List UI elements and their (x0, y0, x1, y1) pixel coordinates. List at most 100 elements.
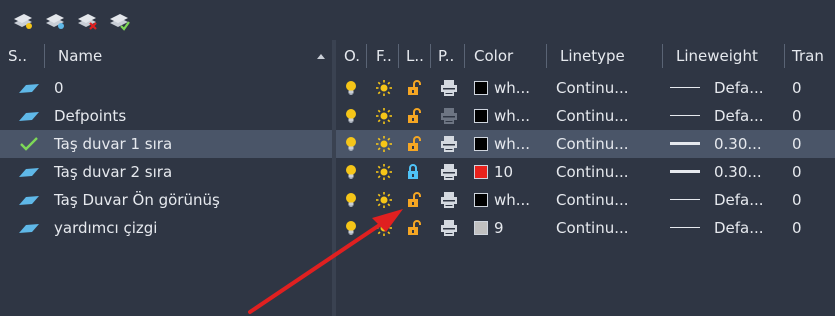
on-column-header[interactable]: O. (344, 40, 360, 72)
printer-icon[interactable] (440, 163, 458, 181)
lineweight-preview (670, 170, 700, 173)
new-layer-frozen-icon[interactable] (44, 9, 66, 31)
linetype-value[interactable]: Continu... (556, 214, 629, 242)
lineweight-preview (670, 115, 700, 116)
color-swatch[interactable] (474, 193, 488, 207)
color-swatch[interactable] (474, 81, 488, 95)
printer-icon[interactable] (440, 219, 458, 237)
layer-toolbar (0, 0, 835, 40)
layer-row[interactable]: Taş duvar 1 sıra (0, 130, 332, 158)
lineweight-value[interactable]: Defa... (714, 74, 764, 102)
color-swatch[interactable] (474, 165, 488, 179)
layer-on-bulb-icon[interactable] (344, 164, 358, 180)
layer-name: Defpoints (54, 107, 127, 125)
layer-on-bulb-icon[interactable] (344, 136, 358, 152)
color-swatch[interactable] (474, 109, 488, 123)
layer-properties-row[interactable]: 10 Continu... 0.30... 0 (336, 158, 835, 186)
linetype-value[interactable]: Continu... (556, 74, 629, 102)
layer-properties-row[interactable]: wh... Continu... Defa... 0 (336, 186, 835, 214)
plot-column-header[interactable]: P.. (438, 40, 454, 72)
color-name[interactable]: wh... (494, 74, 530, 102)
lineweight-preview (670, 142, 700, 145)
printer-icon[interactable] (440, 135, 458, 153)
printer-icon[interactable] (440, 79, 458, 97)
color-swatch[interactable] (474, 137, 488, 151)
layer-thawed-sun-icon[interactable] (374, 163, 394, 181)
layer-unlocked-icon[interactable] (406, 135, 422, 153)
name-column-header[interactable]: Name (58, 40, 102, 72)
freeze-column-header[interactable]: F.. (376, 40, 392, 72)
color-name[interactable]: wh... (494, 186, 530, 214)
layer-name: Taş duvar 2 sıra (54, 163, 173, 181)
layer-name: yardımcı çizgi (54, 219, 158, 237)
layer-properties-row[interactable]: wh... Continu... 0.30... 0 (336, 130, 835, 158)
status-column-header[interactable]: S.. (8, 40, 27, 72)
layer-name-panel: S.. Name 0 Defpoints Taş duvar 1 sıra Taş d… (0, 40, 332, 316)
layer-unlocked-icon[interactable] (406, 79, 422, 97)
set-current-layer-icon[interactable] (108, 9, 130, 31)
transparency-value[interactable]: 0 (792, 74, 802, 102)
printer-icon[interactable] (440, 191, 458, 209)
layer-on-bulb-icon[interactable] (344, 192, 358, 208)
layer-thawed-sun-icon[interactable] (374, 191, 394, 209)
lineweight-column-header[interactable]: Lineweight (676, 40, 758, 72)
transparency-value[interactable]: 0 (792, 214, 802, 242)
current-layer-check-icon (20, 137, 38, 151)
layer-status-icon (19, 84, 39, 93)
linetype-value[interactable]: Continu... (556, 186, 629, 214)
layer-properties-row[interactable]: wh... Continu... Defa... 0 (336, 74, 835, 102)
layer-unlocked-icon[interactable] (406, 107, 422, 125)
layer-row[interactable]: Taş duvar 2 sıra (0, 158, 332, 186)
linetype-value[interactable]: Continu... (556, 158, 629, 186)
lineweight-preview (670, 227, 700, 228)
layer-row[interactable]: Taş Duvar Ön görünüş (0, 186, 332, 214)
layer-on-bulb-icon[interactable] (344, 220, 358, 236)
lineweight-preview (670, 199, 700, 200)
linetype-column-header[interactable]: Linetype (560, 40, 625, 72)
layer-thawed-sun-icon[interactable] (374, 219, 394, 237)
layer-status-icon (19, 112, 39, 121)
layer-thawed-sun-icon[interactable] (374, 135, 394, 153)
color-name[interactable]: 9 (494, 214, 504, 242)
color-column-header[interactable]: Color (474, 40, 513, 72)
transparency-column-header[interactable]: Tran (792, 40, 824, 72)
layer-status-icon (19, 224, 39, 233)
layer-locked-icon[interactable] (406, 163, 422, 181)
layer-row[interactable]: yardımcı çizgi (0, 214, 332, 242)
layer-unlocked-icon[interactable] (406, 191, 422, 209)
layer-properties-row[interactable]: wh... Continu... Defa... 0 (336, 102, 835, 130)
color-swatch[interactable] (474, 221, 488, 235)
layer-properties-row[interactable]: 9 Continu... Defa... 0 (336, 214, 835, 242)
linetype-value[interactable]: Continu... (556, 130, 629, 158)
delete-layer-icon[interactable] (76, 9, 98, 31)
layer-thawed-sun-icon[interactable] (374, 107, 394, 125)
transparency-value[interactable]: 0 (792, 130, 802, 158)
color-name[interactable]: wh... (494, 102, 530, 130)
transparency-value[interactable]: 0 (792, 158, 802, 186)
lineweight-value[interactable]: Defa... (714, 186, 764, 214)
lineweight-value[interactable]: Defa... (714, 102, 764, 130)
layer-row[interactable]: 0 (0, 74, 332, 102)
layer-thawed-sun-icon[interactable] (374, 79, 394, 97)
layer-unlocked-icon[interactable] (406, 219, 422, 237)
new-layer-icon[interactable] (12, 9, 34, 31)
lock-column-header[interactable]: L.. (406, 40, 424, 72)
layer-name: Taş duvar 1 sıra (54, 135, 173, 153)
color-name[interactable]: 10 (494, 158, 513, 186)
lineweight-value[interactable]: Defa... (714, 214, 764, 242)
layer-on-bulb-icon[interactable] (344, 80, 358, 96)
transparency-value[interactable]: 0 (792, 102, 802, 130)
linetype-value[interactable]: Continu... (556, 102, 629, 130)
lineweight-value[interactable]: 0.30... (714, 158, 762, 186)
printer-disabled-icon[interactable] (440, 107, 458, 125)
layer-on-bulb-icon[interactable] (344, 108, 358, 124)
layer-row[interactable]: Defpoints (0, 102, 332, 130)
layer-name: 0 (54, 79, 64, 97)
lineweight-value[interactable]: 0.30... (714, 130, 762, 158)
transparency-value[interactable]: 0 (792, 186, 802, 214)
sort-ascending-icon (317, 54, 325, 59)
layer-properties-panel: O. F.. L.. P.. Color Linetype Lineweight… (336, 40, 835, 316)
layer-status-icon (19, 196, 39, 205)
lineweight-preview (670, 87, 700, 88)
color-name[interactable]: wh... (494, 130, 530, 158)
